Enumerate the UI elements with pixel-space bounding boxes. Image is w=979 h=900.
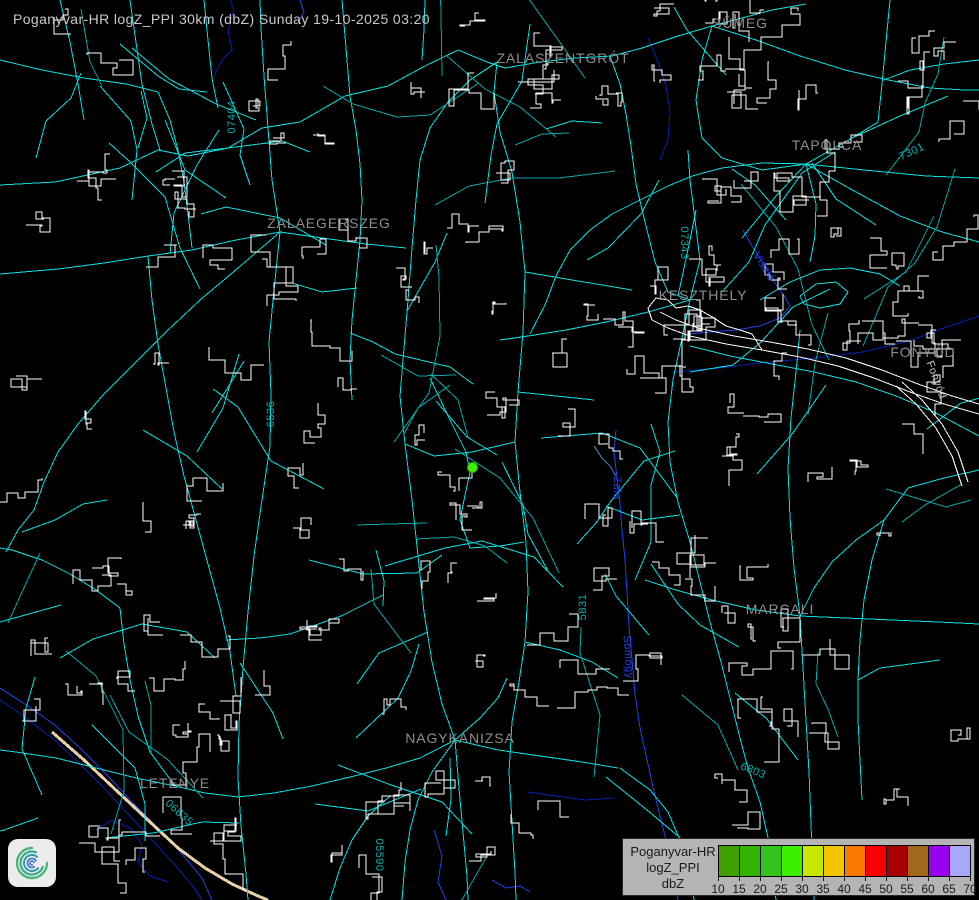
city-label-letenye: LETENYE (140, 775, 210, 791)
dbz-tickmark (781, 877, 782, 881)
cyclone-spiral-logo (8, 839, 56, 887)
dbz-tickmark (886, 877, 887, 881)
dbz-tickmark (949, 877, 950, 881)
radar-echo (468, 463, 477, 472)
radar-map-screen: Poganyvar-HR logZ_PPI 30km (dbZ) Sunday … (0, 0, 979, 900)
city-label-nagykanizsa: NAGYKANIZSA (405, 730, 514, 746)
dbz-tickmark (907, 877, 908, 881)
road-network-layer (0, 0, 979, 900)
dbz-color-cell (844, 845, 866, 877)
product-title: Poganyvar-HR logZ_PPI 30km (dbZ) Sunday … (13, 11, 430, 27)
dbz-tickmark (718, 877, 719, 881)
dbz-color-bar: 10152025303540455055606570 (718, 845, 972, 893)
dbz-color-cell (739, 845, 761, 877)
dbz-color-cell (802, 845, 824, 877)
city-label-keszthely: KESZTHELY (659, 287, 748, 303)
road-number-label: 5831 (577, 594, 589, 620)
motorway-layer (52, 732, 268, 900)
city-label-fonyd: FONYÓD (890, 344, 955, 360)
dbz-color-cell (823, 845, 845, 877)
road-number-label: 05590 (373, 838, 385, 871)
dbz-tickmark (802, 877, 803, 881)
dbz-color-cell (718, 845, 740, 877)
map-canvas (0, 0, 979, 900)
road-number-label: 07343 (678, 226, 690, 259)
color-scale-legend: Poganyvar-HR logZ_PPI dbZ 10152025303540… (622, 838, 975, 896)
dbz-tickmark (970, 877, 971, 881)
legend-line-product: logZ_PPI (627, 860, 719, 876)
water-name-label: Zala (611, 476, 623, 499)
dbz-tick-value: 70 (958, 882, 979, 896)
dbz-tickmark (865, 877, 866, 881)
road-number-label: 07404 (226, 100, 238, 133)
dbz-tickmark (844, 877, 845, 881)
dbz-color-cell (907, 845, 929, 877)
dbz-tickmark (760, 877, 761, 881)
road-number-label: 6536 (265, 401, 277, 427)
dbz-color-cell (865, 845, 887, 877)
dbz-color-cell (949, 845, 971, 877)
dbz-tickmark (823, 877, 824, 881)
dbz-tickmark (928, 877, 929, 881)
city-label-zalaszentgrt: ZALASZENTGRÓT (496, 50, 629, 66)
dbz-color-cell (886, 845, 908, 877)
dbz-color-cell (928, 845, 950, 877)
city-label-zalaegerszeg: ZALAEGERSZEG (267, 215, 391, 231)
dbz-tickmark (739, 877, 740, 881)
dbz-color-cells (718, 845, 972, 877)
dbz-color-cell (781, 845, 803, 877)
legend-line-radar: Poganyvar-HR (627, 844, 719, 860)
dbz-color-cell (760, 845, 782, 877)
city-label-smeg: SÜMEG (712, 15, 768, 31)
city-label-tapolca: TAPOLCA (792, 137, 863, 153)
city-label-marcali: MARCALI (746, 601, 815, 617)
